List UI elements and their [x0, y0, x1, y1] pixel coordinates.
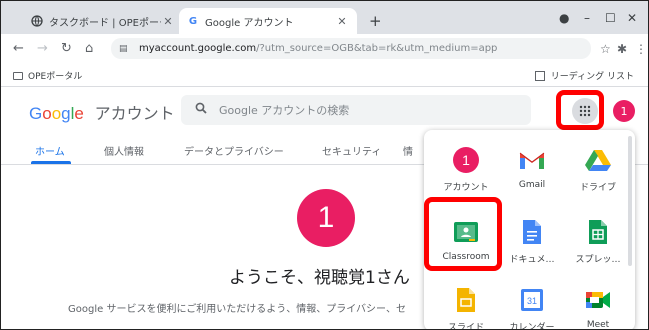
app-meet[interactable]: Meet [564, 286, 632, 330]
tab-title: タスクボード | OPEポータル [49, 17, 161, 29]
globe-icon [31, 15, 43, 27]
folder-icon [13, 71, 23, 80]
app-label: スライド [447, 323, 484, 330]
tab-home[interactable]: ホーム [35, 143, 65, 158]
svg-text:1: 1 [462, 152, 470, 168]
reading-list-label: リーディング リスト [550, 72, 634, 82]
meet-icon [584, 286, 612, 314]
maximize-icon[interactable]: ☐ [605, 11, 616, 25]
address-bar[interactable]: ▤ myaccount.google.com /?utm_source=OGB&… [111, 38, 591, 59]
apps-grid-icon[interactable] [572, 98, 598, 124]
tab-strip: タスクボード | OPEポータル ✕ G Google アカウント ✕ + ● … [1, 1, 648, 34]
search-placeholder: Google アカウントの検索 [219, 104, 350, 117]
svg-text:31: 31 [527, 296, 537, 306]
account-label: アカウント [94, 106, 175, 123]
gmail-icon [518, 146, 546, 174]
close-icon[interactable]: ✕ [335, 15, 349, 28]
app-account[interactable]: 1 アカウント [432, 146, 500, 193]
app-label: Meet [586, 320, 610, 330]
app-sheets[interactable]: スプレッ… [564, 218, 632, 265]
reading-list-icon [534, 70, 545, 81]
app-drive[interactable]: ドライブ [564, 146, 632, 193]
logo-letter: G [29, 104, 43, 123]
browser-window: タスクボード | OPEポータル ✕ G Google アカウント ✕ + ● … [0, 0, 649, 330]
app-label: ドライブ [579, 183, 616, 193]
sheets-icon [584, 218, 612, 246]
logo-letter: o [42, 104, 52, 123]
star-icon[interactable]: ☆ [600, 42, 611, 56]
tab-google-account[interactable]: G Google アカウント ✕ [179, 8, 357, 34]
search-icon [195, 102, 207, 118]
forward-icon[interactable]: → [37, 41, 48, 56]
reload-icon[interactable]: ↻ [61, 41, 72, 56]
active-tab-indicator [31, 161, 71, 164]
app-label: カレンダー [509, 323, 555, 330]
url-host: myaccount.google.com [139, 43, 257, 54]
app-slides[interactable]: スライド [432, 286, 500, 330]
profile-dot-icon[interactable]: ● [559, 11, 569, 25]
app-label: アカウント [443, 183, 489, 193]
logo-letter: e [74, 104, 84, 123]
tab-security[interactable]: セキュリティ [322, 143, 381, 158]
plus-icon[interactable]: + [369, 12, 382, 30]
site-info-icon[interactable]: ▤ [119, 44, 133, 54]
close-icon[interactable]: ✕ [161, 15, 175, 28]
menu-icon[interactable]: ⋮ [635, 42, 647, 56]
search-input[interactable]: Google アカウントの検索 [181, 95, 531, 125]
logo-letter: o [51, 104, 62, 123]
app-docs[interactable]: ドキュメ… [498, 218, 566, 265]
browser-toolbar: ← → ↻ ⌂ ▤ myaccount.google.com /?utm_sou… [1, 34, 648, 63]
bookmark-ope-portal[interactable]: OPEポータル [13, 69, 82, 82]
bookmark-label: OPEポータル [28, 72, 83, 82]
google-logo[interactable]: Google アカウント [29, 100, 175, 124]
home-icon[interactable]: ⌂ [85, 41, 93, 56]
docs-icon [518, 218, 546, 246]
welcome-subtitle: Google サービスを便利にご利用いただけるよう、情報、プライバシー、セ [68, 304, 406, 315]
tab-personal-info[interactable]: 個人情報 [104, 143, 144, 158]
extensions-icon[interactable]: ✱ [617, 42, 627, 56]
tab-people-sharing[interactable]: 情 [403, 143, 413, 158]
app-gmail[interactable]: Gmail [498, 146, 566, 190]
account-icon: 1 [452, 146, 480, 174]
tab-title: Google アカウント [205, 17, 294, 29]
calendar-icon: 31 [518, 286, 546, 314]
bookmarks-bar: OPEポータル リーディング リスト [1, 63, 648, 87]
tab-ope-portal[interactable]: タスクボード | OPEポータル ✕ [23, 8, 183, 34]
drive-icon [584, 146, 612, 174]
app-label: ドキュメ… [509, 255, 555, 265]
app-label: スプレッ… [575, 255, 621, 265]
app-calendar[interactable]: 31 カレンダー [498, 286, 566, 330]
url-path: /?utm_source=OGB&tab=rk&utm_medium=app [256, 43, 498, 54]
back-icon[interactable]: ← [13, 41, 24, 56]
google-g-icon: G [188, 15, 198, 27]
slides-icon [452, 286, 480, 314]
window-close-icon[interactable]: ✕ [627, 11, 637, 25]
logo-letter: g [61, 104, 71, 123]
minimize-icon[interactable]: – [584, 11, 590, 25]
account-header: Google アカウント Google アカウントの検索 [1, 87, 648, 131]
welcome-heading: ようこそ、視聴覚1さん [229, 268, 410, 288]
tab-data-privacy[interactable]: データとプライバシー [184, 143, 284, 158]
profile-avatar[interactable]: 1 [297, 189, 355, 247]
reading-list-button[interactable]: リーディング リスト [534, 69, 634, 82]
avatar[interactable]: 1 [613, 100, 635, 122]
app-label: Gmail [518, 180, 546, 190]
classroom-highlight [424, 197, 502, 271]
